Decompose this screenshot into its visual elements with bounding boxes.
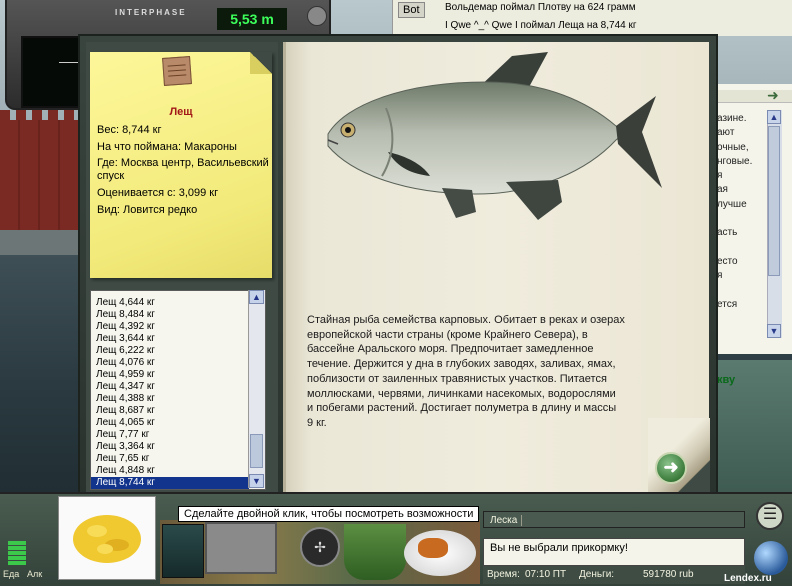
globe-icon[interactable] xyxy=(754,541,788,575)
tackle-box-icon[interactable] xyxy=(205,522,277,574)
catch-list-item[interactable]: Лещ 8,687 кг xyxy=(91,405,249,417)
catch-kind: Вид: Ловится редко xyxy=(97,204,198,216)
catch-list-item[interactable]: Лещ 6,222 кг xyxy=(91,345,249,357)
food-alcohol-meter xyxy=(8,540,26,566)
catch-list-item[interactable]: Лещ 4,644 кг xyxy=(91,297,249,309)
catch-list-item[interactable]: Лещ 7,77 кг xyxy=(91,429,249,441)
chat-message: Вольдемар поймал Плотву на 624 грамм xyxy=(445,2,636,13)
help-panel: ➜ азине. ают очные, нговые. я ая лучше асть… xyxy=(716,84,792,386)
compass-icon[interactable]: ✢ xyxy=(300,527,340,567)
arrow-right-icon[interactable]: ➜ xyxy=(767,88,779,102)
tooltip: Сделайте двойной клик, чтобы посмотреть … xyxy=(178,506,480,522)
next-page-button[interactable]: ➜ xyxy=(655,452,687,484)
chat-tab-bot[interactable]: Bot xyxy=(398,2,425,18)
catch-list[interactable]: Лещ 4,644 кг Лещ 8,484 кг Лещ 4,392 кг Лещ … xyxy=(90,290,266,490)
time-label: Время: xyxy=(487,569,520,580)
catch-weight: Вес: 8,744 кг xyxy=(97,124,162,136)
chat-panel: Bot Вольдемар поймал Плотву на 624 грамм… xyxy=(392,0,792,36)
catch-list-item[interactable]: Лещ 3,644 кг xyxy=(91,333,249,345)
catch-list-item[interactable]: Лещ 4,959 кг xyxy=(91,369,249,381)
catch-list-item[interactable]: Лещ 4,392 кг xyxy=(91,321,249,333)
money-value: 591780 rub xyxy=(643,569,694,580)
alcohol-label: Алк xyxy=(27,569,43,579)
catch-list-item[interactable]: Лещ 7,65 кг xyxy=(91,453,249,465)
catch-location: Где: Москва центр, Васильевский спуск xyxy=(97,157,269,182)
catch-title: Лещ xyxy=(169,106,193,118)
watermark: Lendex.ru xyxy=(724,573,772,584)
catch-list-item[interactable]: Лещ 4,848 кг xyxy=(91,465,249,477)
catch-list-item[interactable]: Лещ 4,065 кг xyxy=(91,417,249,429)
fishing-line-field[interactable]: Леска xyxy=(483,511,745,528)
fish-description: Стайная рыба семейства карповых. Обитает… xyxy=(307,314,625,429)
time-value: 07:10 ПТ xyxy=(525,569,567,580)
catch-list-item[interactable]: Лещ 4,388 кг xyxy=(91,393,249,405)
help-panel-text: азине. ают очные, нговые. я ая лучше асть е… xyxy=(717,113,753,310)
catch-list-item[interactable]: Лещ 8,744 кг xyxy=(91,477,249,489)
status-bar: Время: 07:10 ПТ Деньги: 591780 rub xyxy=(483,566,745,584)
scroll-up-icon[interactable]: ▲ xyxy=(249,290,264,304)
fishing-guide-book-icon[interactable] xyxy=(162,524,204,578)
catch-list-item[interactable]: Лещ 3,364 кг xyxy=(91,441,249,453)
groundbait-message: Вы не выбрали прикормку! xyxy=(483,538,745,566)
device-brand: INTERPHASE xyxy=(115,8,187,17)
line-label: Леска xyxy=(490,515,523,526)
depth-readout: 5,53 m xyxy=(217,8,287,30)
menu-icon[interactable]: ☰ xyxy=(756,502,784,530)
help-panel-scroll-thumb[interactable] xyxy=(768,126,780,276)
catch-value: Оценивается с: 3,099 кг xyxy=(97,187,219,199)
help-panel-bold-text: кву xyxy=(717,374,736,386)
bucket-icon[interactable] xyxy=(344,524,406,580)
pasta-bait-icon xyxy=(73,515,141,563)
money-label: Деньги: xyxy=(579,569,615,580)
catch-bait: На что поймана: Макароны xyxy=(97,141,237,153)
help-panel-header xyxy=(717,90,792,103)
food-label: Еда xyxy=(3,569,20,579)
bait-pasta-icon xyxy=(162,56,192,86)
note-corner-fold xyxy=(250,52,272,74)
chat-message: I Qwe ^_^ Qwe I поймал Леща на 8,744 кг xyxy=(445,20,637,31)
catch-list-scroll-thumb[interactable] xyxy=(250,434,263,468)
device-knob[interactable] xyxy=(307,6,327,26)
current-bait-slot[interactable] xyxy=(58,496,156,580)
kremlin-wall xyxy=(0,120,90,240)
catch-list-item[interactable]: Лещ 4,076 кг xyxy=(91,357,249,369)
catch-list-item[interactable]: Лещ 8,484 кг xyxy=(91,309,249,321)
bream-fish-illustration xyxy=(327,52,662,220)
scroll-down-icon[interactable]: ▼ xyxy=(249,474,264,488)
scroll-up-icon[interactable]: ▲ xyxy=(767,110,781,124)
scroll-down-icon[interactable]: ▼ xyxy=(767,324,781,338)
food-icon xyxy=(418,538,448,558)
catch-list-item[interactable]: Лещ 4,347 кг xyxy=(91,381,249,393)
